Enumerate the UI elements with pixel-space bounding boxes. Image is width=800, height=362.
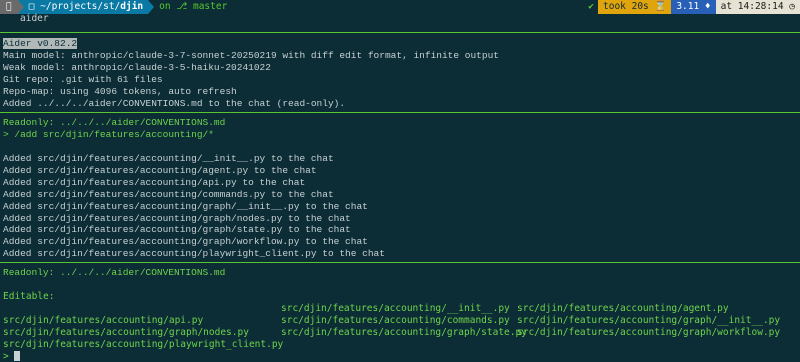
added-line: Added src/djin/features/accounting/agent… <box>3 164 317 176</box>
repo-map-line: Repo-map: using 4096 tokens, auto refres… <box>3 85 237 97</box>
file-cell: src/djin/features/accounting/graph/__ini… <box>517 314 781 326</box>
file-cell: src/djin/features/accounting/commands.py <box>281 314 510 326</box>
aider-header: Aider v0.82.2 Main model: anthropic/clau… <box>3 38 499 109</box>
divider <box>0 112 800 113</box>
file-cell: src/djin/features/accounting/playwright_… <box>3 338 284 350</box>
input-line[interactable]: > <box>3 350 780 362</box>
python-version: 3.11 ♦ <box>671 0 716 14</box>
git-repo-line: Git repo: .git with 61 files <box>3 73 163 85</box>
file-cell: src/djin/features/accounting/graph/workf… <box>517 326 781 338</box>
divider <box>0 262 800 263</box>
file-cell: src/djin/features/accounting/graph/nodes… <box>3 326 249 338</box>
path-prefix: ~/projects/st/ <box>34 1 120 12</box>
readonly-line: Readonly: ../../../aider/CONVENTIONS.md <box>3 117 226 128</box>
version-label: Aider v0.82.2 <box>3 38 78 49</box>
added-files-log: Added src/djin/features/accounting/__ini… <box>3 153 385 260</box>
added-line: Added src/djin/features/accounting/graph… <box>3 236 368 248</box>
added-line: Added src/djin/features/accounting/graph… <box>3 212 351 224</box>
shell-prompt-bar:  □ ~/projects/st/djin on ⎇ master ✔ too… <box>0 0 800 14</box>
file-row: src/djin/features/accounting/graph/nodes… <box>3 327 780 339</box>
file-cell: src/djin/features/accounting/agent.py <box>517 302 729 314</box>
took-duration: took 20s ⌛ <box>598 0 672 14</box>
added-line: Added src/djin/features/accounting/graph… <box>3 200 368 212</box>
readonly-line: Readonly: ../../../aider/CONVENTIONS.md <box>3 267 226 278</box>
path-dir: djin <box>114 1 143 12</box>
added-line: Added src/djin/features/accounting/api.p… <box>3 176 306 188</box>
status-check-icon: ✔ <box>588 1 594 12</box>
file-cell: src/djin/features/accounting/graph/state… <box>281 326 527 338</box>
file-row: src/djin/features/accounting/api.py src/… <box>3 315 780 327</box>
editable-files-list: Editable: src/djin/features/accounting/_… <box>3 291 780 362</box>
file-row: src/djin/features/accounting/__init__.py… <box>3 303 780 315</box>
added-conventions-line: Added ../../../aider/CONVENTIONS.md to t… <box>3 97 346 109</box>
added-line: Added src/djin/features/accounting/graph… <box>3 224 351 236</box>
readonly-block: Readonly: ../../../aider/CONVENTIONS.md … <box>3 117 225 141</box>
weak-model-line: Weak model: anthropic/claude-3-5-haiku-2… <box>3 61 271 73</box>
current-directory: □ ~/projects/st/djin <box>23 0 149 14</box>
added-line: Added src/djin/features/accounting/playw… <box>3 248 385 260</box>
readonly-block: Readonly: ../../../aider/CONVENTIONS.md <box>3 267 225 279</box>
typed-command: aider <box>20 13 49 24</box>
clock-time: at 14:28:14 ◷ <box>715 0 800 14</box>
apple-icon:  <box>0 0 18 14</box>
main-model-line: Main model: anthropic/claude-3-7-sonnet-… <box>3 49 499 61</box>
file-cell: src/djin/features/accounting/api.py <box>3 314 204 326</box>
editable-label: Editable: <box>3 291 55 302</box>
file-cell: src/djin/features/accounting/__init__.py <box>281 302 510 314</box>
add-command: > /add src/djin/features/accounting/* <box>3 128 214 140</box>
file-cell <box>3 303 281 315</box>
added-line: Added src/djin/features/accounting/__ini… <box>3 153 334 164</box>
divider <box>0 32 800 33</box>
text-cursor[interactable] <box>14 350 21 361</box>
folder-icon: □ <box>23 1 35 12</box>
added-line: Added src/djin/features/accounting/comma… <box>3 188 334 200</box>
git-branch: on ⎇ master <box>154 0 233 14</box>
file-row: src/djin/features/accounting/playwright_… <box>3 339 780 351</box>
